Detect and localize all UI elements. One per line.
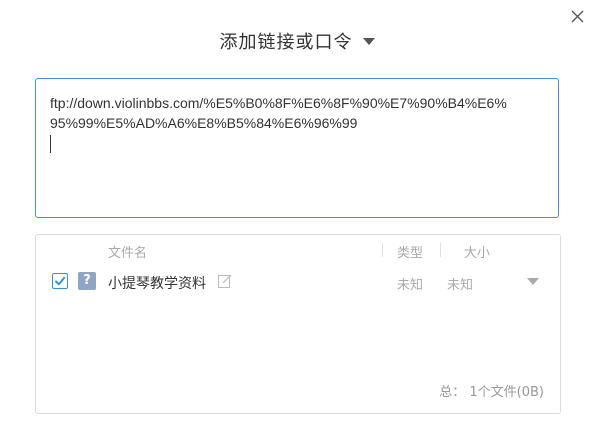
column-divider: [382, 243, 383, 257]
file-select-checkbox[interactable]: [52, 273, 68, 289]
checkmark-icon: [55, 276, 66, 286]
link-input-line-1: ftp://down.violinbbs.com/%E5%B0%8F%E6%8F…: [50, 95, 507, 111]
close-icon: [571, 10, 584, 23]
edit-icon[interactable]: [217, 273, 233, 289]
text-cursor: [50, 135, 51, 153]
column-header-name: 文件名: [108, 246, 148, 261]
file-type: 未知: [397, 278, 424, 293]
dialog-title: 添加链接或口令: [219, 32, 353, 53]
chevron-down-icon[interactable]: [362, 37, 375, 45]
column-header-type: 类型: [397, 246, 424, 261]
file-name: 小提琴教学资料: [108, 276, 206, 292]
unknown-file-icon: ?: [78, 272, 96, 290]
file-list-panel: 文件名 类型 大小 ? 小提琴教学资料 未知 未知 总： 1个文件(0B): [35, 234, 561, 414]
column-header-size: 大小: [464, 246, 491, 261]
link-input[interactable]: ftp://down.violinbbs.com/%E5%B0%8F%E6%8F…: [35, 78, 559, 218]
dialog-header: 添加链接或口令: [0, 26, 594, 56]
chevron-down-icon[interactable]: [527, 278, 539, 285]
close-button[interactable]: [567, 6, 589, 28]
file-size: 未知: [447, 278, 474, 293]
link-input-line-2: 95%99%E5%AD%A6%E8%B5%84%E6%96%99: [50, 115, 358, 131]
add-link-dialog: 添加链接或口令 ftp://down.violinbbs.com/%E5%B0%…: [0, 0, 594, 429]
column-divider: [440, 243, 441, 257]
file-summary: 总： 1个文件(0B): [439, 385, 544, 400]
